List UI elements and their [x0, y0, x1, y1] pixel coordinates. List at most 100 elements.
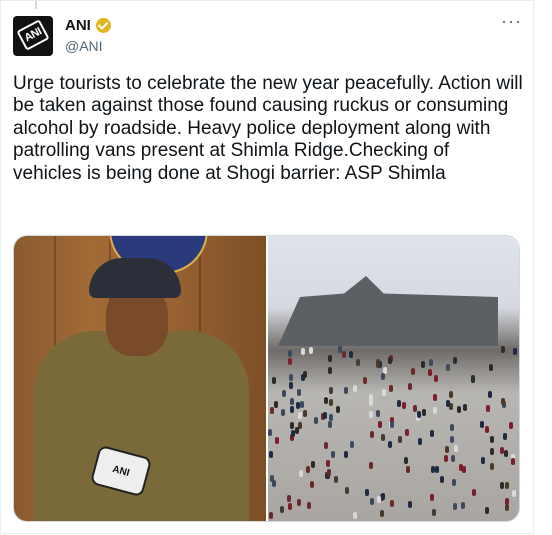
- crowd-person: [287, 495, 292, 503]
- crowd-person: [449, 403, 454, 411]
- crowd-person: [433, 374, 438, 382]
- crowd-person: [453, 357, 458, 365]
- crowd-person: [352, 385, 357, 393]
- crowd-person: [350, 440, 355, 448]
- crowd-person: [294, 427, 299, 435]
- crowd-person: [432, 393, 437, 401]
- crowd-person: [422, 409, 427, 416]
- crowd-person: [381, 388, 386, 396]
- crowd-person: [275, 437, 280, 445]
- crowd-person: [272, 377, 277, 385]
- media-grid: ANI: [13, 235, 520, 522]
- crowd-person: [310, 460, 315, 468]
- crowd-person: [420, 360, 425, 368]
- crowd-person: [378, 420, 383, 428]
- crowd-person: [418, 437, 423, 445]
- crowd-person: [448, 391, 453, 399]
- crowd-person: [380, 493, 385, 501]
- crowd-person: [503, 449, 508, 457]
- avatar[interactable]: ANI: [13, 16, 53, 56]
- crowd-person: [505, 497, 510, 505]
- church-building: [278, 276, 498, 346]
- crowd-person: [490, 447, 495, 455]
- crowd-person: [411, 368, 416, 376]
- crowd-person: [363, 377, 368, 385]
- tweet-card: ANI ANI @ANI ··· Urge tourists to celebr…: [0, 0, 534, 534]
- crowd-person: [489, 435, 494, 443]
- officer-cap: [89, 258, 181, 298]
- crowd-person: [369, 399, 374, 407]
- crowd-person: [375, 358, 380, 366]
- crowd-person: [417, 411, 422, 419]
- crowd-person: [369, 430, 374, 438]
- crowd-person: [322, 412, 327, 420]
- crowd-person: [307, 502, 312, 510]
- crowd-person: [484, 426, 489, 434]
- crowd-person: [403, 456, 408, 464]
- crowd-person: [487, 390, 492, 398]
- crowd-person: [388, 441, 393, 449]
- crowd-person: [337, 346, 342, 353]
- crowd-person: [443, 454, 448, 462]
- more-options-icon[interactable]: ···: [501, 11, 522, 32]
- crowd-person: [369, 461, 373, 469]
- crowd-person: [287, 503, 292, 511]
- author-name[interactable]: ANI: [65, 17, 91, 34]
- crowd-person: [499, 482, 504, 490]
- crowd-person: [343, 387, 348, 395]
- crowd-person: [369, 411, 374, 419]
- crowd-person: [380, 510, 385, 518]
- crowd-person: [449, 423, 454, 431]
- crowd-person: [412, 404, 417, 412]
- crowd-person: [345, 486, 350, 494]
- crowd-person: [309, 481, 314, 489]
- crowd-person: [407, 501, 412, 509]
- crowd-person: [463, 403, 468, 411]
- crowd-person: [302, 410, 307, 418]
- crowd-person: [479, 421, 484, 428]
- crowd-person: [453, 445, 458, 453]
- crowd-person: [288, 357, 293, 365]
- crowd-person: [459, 463, 464, 471]
- crowd-person: [512, 348, 517, 356]
- crowd-person: [297, 389, 302, 397]
- crowd-person: [327, 421, 332, 429]
- crowd-person: [460, 501, 465, 509]
- crowd-person: [330, 450, 335, 458]
- crowd-person: [289, 397, 294, 405]
- crowd-person: [432, 509, 437, 517]
- crowd-person: [390, 500, 395, 508]
- crowd-person: [511, 490, 516, 498]
- crowd-person: [343, 450, 348, 458]
- crowd-person: [352, 512, 357, 520]
- crowd-person: [445, 446, 450, 453]
- crowd-person: [299, 401, 304, 409]
- press-conference-photo[interactable]: ANI: [14, 236, 266, 521]
- crowd-person: [427, 369, 432, 377]
- crowd-person: [405, 428, 410, 436]
- crowd-person: [308, 346, 313, 354]
- crowd-person: [281, 389, 286, 397]
- crowd-person: [431, 465, 436, 473]
- crowd-person: [381, 372, 386, 380]
- shimla-ridge-crowd-photo[interactable]: [268, 236, 519, 521]
- crowd-person: [297, 498, 302, 506]
- ani-logo-icon: ANI: [16, 19, 50, 51]
- crowd-person: [380, 433, 385, 441]
- crowd-person: [289, 405, 294, 413]
- crowd-person: [268, 512, 273, 520]
- crowd-person: [387, 356, 392, 364]
- verified-badge-icon: [95, 18, 111, 33]
- crowd-person: [329, 398, 334, 406]
- crowd-person: [325, 460, 330, 468]
- crowd-person: [280, 505, 285, 513]
- author-handle[interactable]: @ANI: [65, 38, 103, 54]
- crowd-person: [429, 429, 434, 437]
- crowd-person: [450, 435, 455, 443]
- crowd-person: [429, 493, 434, 501]
- crowd-person: [485, 404, 490, 412]
- crowd-person: [471, 376, 476, 384]
- crowd-person: [342, 351, 347, 358]
- crowd-person: [489, 463, 494, 471]
- crowd-person: [327, 354, 332, 362]
